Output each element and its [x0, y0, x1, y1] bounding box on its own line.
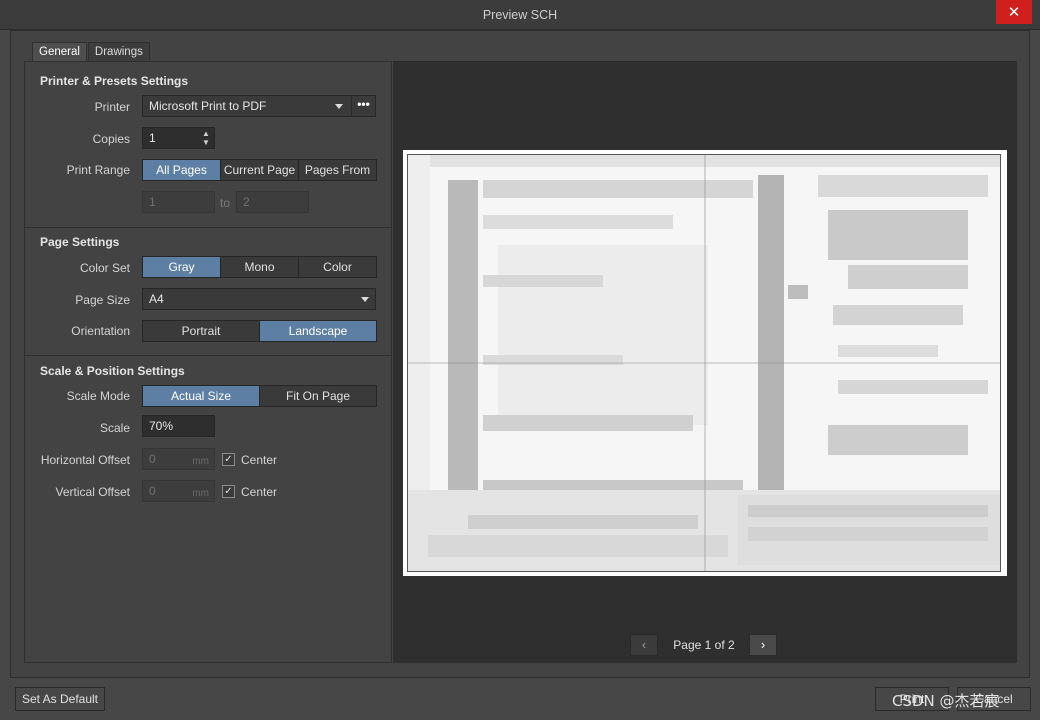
preview-page[interactable]: [403, 150, 1007, 576]
settings-panel: Printer & Presets Settings Printer Micro…: [24, 61, 392, 663]
chevron-down-icon: [361, 297, 369, 302]
schematic-preview: [407, 154, 1001, 572]
printer-section-title: Printer & Presets Settings: [40, 74, 189, 88]
page-section-title: Page Settings: [40, 235, 120, 249]
scale-mode-fit-on-page[interactable]: Fit On Page: [260, 386, 376, 406]
horizontal-center-checkbox[interactable]: ✓: [222, 453, 235, 466]
page-size-label: Page Size: [75, 293, 130, 307]
close-button[interactable]: ✕: [996, 0, 1032, 24]
page-size-value: A4: [149, 292, 164, 306]
horizontal-center-label: Center: [241, 453, 278, 467]
page-indicator: Page 1 of 2: [673, 638, 735, 652]
color-set-selector: Gray Mono Color: [142, 256, 377, 278]
orientation-portrait[interactable]: Portrait: [143, 321, 260, 341]
color-set-mono[interactable]: Mono: [221, 257, 299, 277]
schematic-thumbnail: [408, 155, 1000, 571]
color-set-label: Color Set: [79, 261, 130, 275]
vertical-offset-label: Vertical Offset: [55, 485, 130, 499]
orientation-selector: Portrait Landscape: [142, 320, 377, 342]
stepper-down-icon[interactable]: ▼: [201, 138, 211, 147]
page-size-select[interactable]: A4: [142, 288, 376, 310]
horizontal-offset-input[interactable]: 0 mm: [142, 448, 215, 470]
printer-more-button[interactable]: •••: [351, 96, 375, 116]
printer-select[interactable]: Microsoft Print to PDF •••: [142, 95, 376, 117]
horizontal-offset-value: 0: [149, 452, 156, 466]
orientation-label: Orientation: [71, 324, 130, 338]
watermark: CSDN @杰若宸: [892, 692, 1000, 710]
divider: [25, 355, 391, 356]
vertical-offset-value: 0: [149, 484, 156, 498]
print-range-label: Print Range: [66, 163, 130, 177]
print-preview-area: ‹ Page 1 of 2 ›: [393, 61, 1017, 663]
stepper-up-icon[interactable]: ▲: [201, 129, 211, 138]
vertical-offset-input[interactable]: 0 mm: [142, 480, 215, 502]
tab-drawings[interactable]: Drawings: [87, 42, 150, 61]
next-page-button[interactable]: ›: [749, 634, 777, 656]
printer-value: Microsoft Print to PDF: [149, 99, 267, 113]
set-as-default-button[interactable]: Set As Default: [15, 687, 105, 711]
print-range-pages-from[interactable]: Pages From: [299, 160, 376, 180]
color-set-color[interactable]: Color: [299, 257, 376, 277]
vertical-center-label: Center: [241, 485, 278, 499]
copies-value: 1: [149, 131, 156, 145]
horizontal-offset-label: Horizontal Offset: [40, 453, 130, 467]
tab-bar: General Drawings: [32, 42, 151, 61]
page-navigator: ‹ Page 1 of 2 ›: [393, 634, 1017, 658]
pages-to-input[interactable]: 2: [236, 191, 309, 213]
scale-section-title: Scale & Position Settings: [40, 364, 185, 378]
printer-label: Printer: [94, 100, 130, 114]
window-title: Preview SCH: [482, 8, 558, 22]
color-set-gray[interactable]: Gray: [143, 257, 221, 277]
scale-mode-actual-size[interactable]: Actual Size: [143, 386, 260, 406]
title-bar: Preview SCH ✕: [0, 0, 1040, 30]
copies-stepper[interactable]: 1 ▲ ▼: [142, 127, 215, 149]
horizontal-offset-unit: mm: [192, 456, 209, 467]
to-label: to: [220, 196, 231, 210]
scale-input[interactable]: 70%: [142, 415, 215, 437]
vertical-offset-unit: mm: [192, 488, 209, 499]
scale-label: Scale: [99, 421, 130, 435]
vertical-center-checkbox[interactable]: ✓: [222, 485, 235, 498]
tab-general[interactable]: General: [32, 42, 87, 61]
orientation-landscape[interactable]: Landscape: [260, 321, 376, 341]
scale-mode-selector: Actual Size Fit On Page: [142, 385, 377, 407]
print-range-selector: All Pages Current Page Pages From: [142, 159, 377, 181]
print-range-current-page[interactable]: Current Page: [221, 160, 299, 180]
pages-from-input[interactable]: 1: [142, 191, 215, 213]
divider: [25, 227, 391, 228]
previous-page-button[interactable]: ‹: [630, 634, 658, 656]
copies-label: Copies: [92, 132, 130, 146]
print-range-all-pages[interactable]: All Pages: [143, 160, 221, 180]
scale-mode-label: Scale Mode: [66, 389, 130, 403]
chevron-down-icon: [335, 104, 343, 109]
